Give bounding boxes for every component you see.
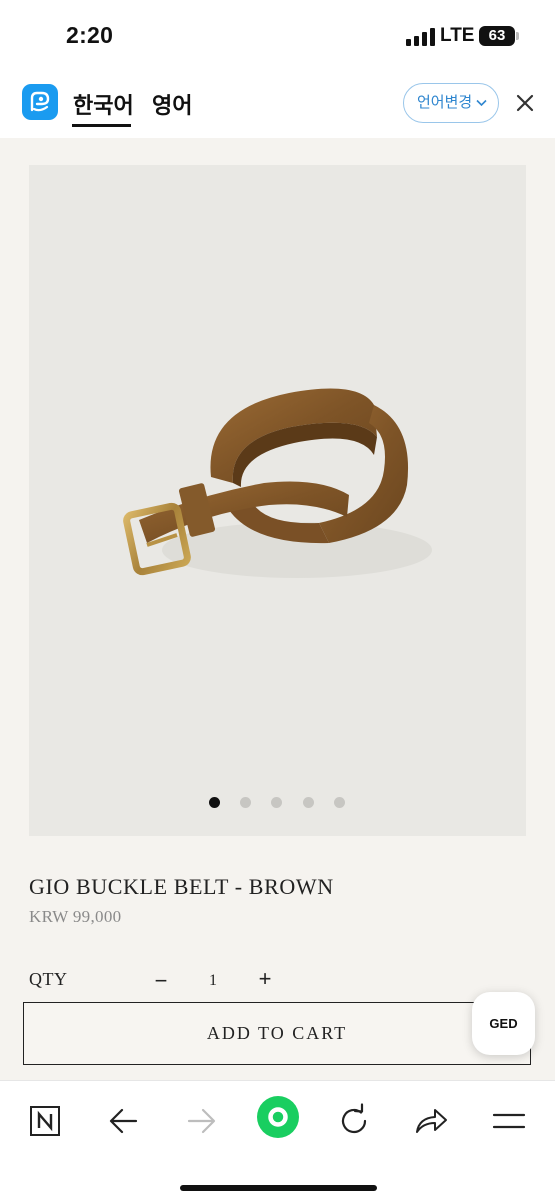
close-icon[interactable] <box>516 94 534 112</box>
carousel-dot[interactable] <box>271 797 282 808</box>
network-type: LTE <box>440 25 475 46</box>
carousel-dot[interactable] <box>303 797 314 808</box>
battery-icon: 63 <box>479 26 519 46</box>
qty-decrement-button[interactable]: − <box>152 968 170 994</box>
browser-toolbar <box>0 1080 555 1200</box>
add-to-cart-button[interactable]: ADD TO CART <box>23 1002 531 1065</box>
back-arrow-icon[interactable] <box>104 1101 144 1141</box>
papago-icon <box>22 84 58 120</box>
tab-english[interactable]: 영어 <box>152 88 192 120</box>
signal-icon <box>406 28 436 46</box>
translate-bar: 한국어 영어 언어변경 <box>0 70 555 138</box>
reload-icon[interactable] <box>334 1101 374 1141</box>
carousel-dot[interactable] <box>240 797 251 808</box>
chevron-down-icon <box>476 99 487 107</box>
product-price: KRW 99,000 <box>29 907 122 926</box>
product-photo <box>123 388 432 578</box>
forward-arrow-icon[interactable] <box>181 1101 221 1141</box>
qty-value: 1 <box>209 972 217 989</box>
change-language-button[interactable]: 언어변경 <box>403 83 499 123</box>
qty-increment-button[interactable]: + <box>256 966 274 992</box>
ged-floating-button[interactable]: GED <box>472 992 535 1055</box>
product-image-carousel[interactable] <box>29 165 526 836</box>
home-indicator <box>180 1185 377 1191</box>
product-title: GIO BUCKLE BELT - BROWN <box>29 874 334 899</box>
selected-tab-indicator <box>72 124 131 127</box>
menu-icon[interactable] <box>489 1101 529 1141</box>
carousel-dot[interactable] <box>209 797 220 808</box>
qty-label: QTY <box>29 969 68 989</box>
green-dot-icon[interactable] <box>256 1095 300 1139</box>
carousel-dot[interactable] <box>334 797 345 808</box>
carousel-indicator <box>29 797 526 809</box>
tab-korean[interactable]: 한국어 <box>73 88 134 120</box>
share-icon[interactable] <box>411 1101 451 1141</box>
naver-home-icon[interactable] <box>26 1101 66 1141</box>
status-bar: 2:20 LTE 63 <box>0 0 555 70</box>
status-time: 2:20 <box>66 22 114 48</box>
change-language-label: 언어변경 <box>417 94 473 111</box>
